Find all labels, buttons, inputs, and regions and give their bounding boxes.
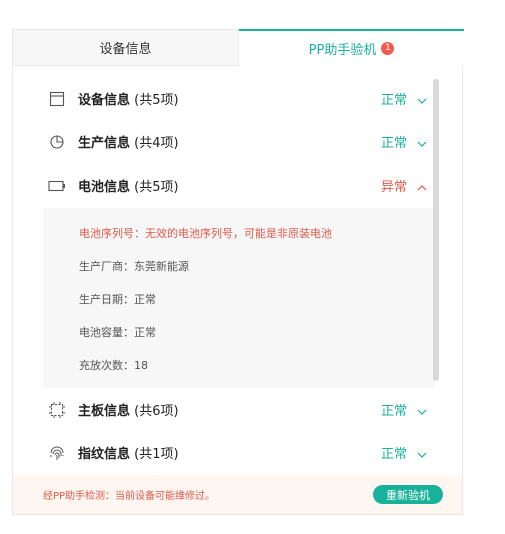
row-count: (共6项) bbox=[130, 404, 179, 419]
chip-icon bbox=[48, 401, 66, 419]
tab-pp-check-label: PP助手验机 bbox=[308, 43, 377, 58]
chevron-down-icon bbox=[417, 134, 427, 153]
chevron-down-icon bbox=[417, 402, 427, 421]
tab-device-info-label: 设备信息 bbox=[99, 42, 152, 57]
row-count: (共5项) bbox=[130, 180, 179, 195]
detail-cycle-count: 充放次数：18 bbox=[79, 359, 148, 372]
footer-bar: 经PP助手检测：当前设备可能维修过。 重新验机 bbox=[13, 475, 462, 514]
row-count: (共5项) bbox=[130, 93, 179, 108]
pie-clock-icon bbox=[48, 133, 66, 151]
row-title: 指纹信息 bbox=[78, 447, 131, 462]
status-normal: 正常 bbox=[380, 404, 407, 419]
tab-pp-check[interactable]: PP助手验机 1 bbox=[239, 29, 464, 66]
detail-serial: 电池序列号：无效的电池序列号，可能是非原装电池 bbox=[79, 227, 332, 240]
tab-bar: 设备信息 PP助手验机 1 bbox=[13, 29, 464, 66]
detail-capacity: 电池容量：正常 bbox=[79, 326, 156, 339]
status-abnormal: 异常 bbox=[380, 180, 407, 195]
row-count: (共4项) bbox=[130, 136, 179, 151]
window-icon bbox=[48, 90, 66, 108]
row-title: 电池信息 bbox=[78, 180, 131, 195]
scrollbar-thumb[interactable] bbox=[433, 79, 439, 381]
detail-production-date: 生产日期：正常 bbox=[79, 293, 156, 306]
check-panel: 设备信息 PP助手验机 1 设备信息 (共5项) 正常 生产信息 (共4项) 正… bbox=[12, 29, 464, 515]
recheck-button[interactable]: 重新验机 bbox=[373, 485, 443, 504]
row-title: 设备信息 bbox=[78, 93, 131, 108]
chevron-up-icon bbox=[417, 178, 427, 197]
status-normal: 正常 bbox=[380, 136, 407, 151]
row-battery-info[interactable]: 电池信息 (共5项) 异常 bbox=[43, 164, 435, 207]
battery-detail-panel: 电池序列号：无效的电池序列号，可能是非原装电池 生产厂商：东莞新能源 生产日期：… bbox=[43, 208, 435, 388]
repair-warning-message: 经PP助手检测：当前设备可能维修过。 bbox=[43, 491, 216, 502]
row-title: 生产信息 bbox=[78, 136, 131, 151]
status-normal: 正常 bbox=[380, 93, 407, 108]
tab-device-info[interactable]: 设备信息 bbox=[13, 29, 239, 66]
detail-manufacturer: 生产厂商：东莞新能源 bbox=[79, 260, 189, 273]
notification-badge: 1 bbox=[381, 42, 395, 55]
row-device-info[interactable]: 设备信息 (共5项) 正常 bbox=[43, 77, 435, 120]
status-normal: 正常 bbox=[380, 447, 407, 462]
scrollbar[interactable] bbox=[433, 79, 439, 381]
battery-icon bbox=[48, 177, 66, 195]
row-title: 主板信息 bbox=[78, 404, 131, 419]
chevron-down-icon bbox=[417, 445, 427, 464]
row-production-info[interactable]: 生产信息 (共4项) 正常 bbox=[43, 120, 435, 163]
fingerprint-icon bbox=[48, 444, 66, 462]
chevron-down-icon bbox=[417, 91, 427, 110]
row-mainboard-info[interactable]: 主板信息 (共6项) 正常 bbox=[43, 388, 435, 431]
row-fingerprint-info[interactable]: 指纹信息 (共1项) 正常 bbox=[43, 431, 435, 474]
row-count: (共1项) bbox=[130, 447, 179, 462]
